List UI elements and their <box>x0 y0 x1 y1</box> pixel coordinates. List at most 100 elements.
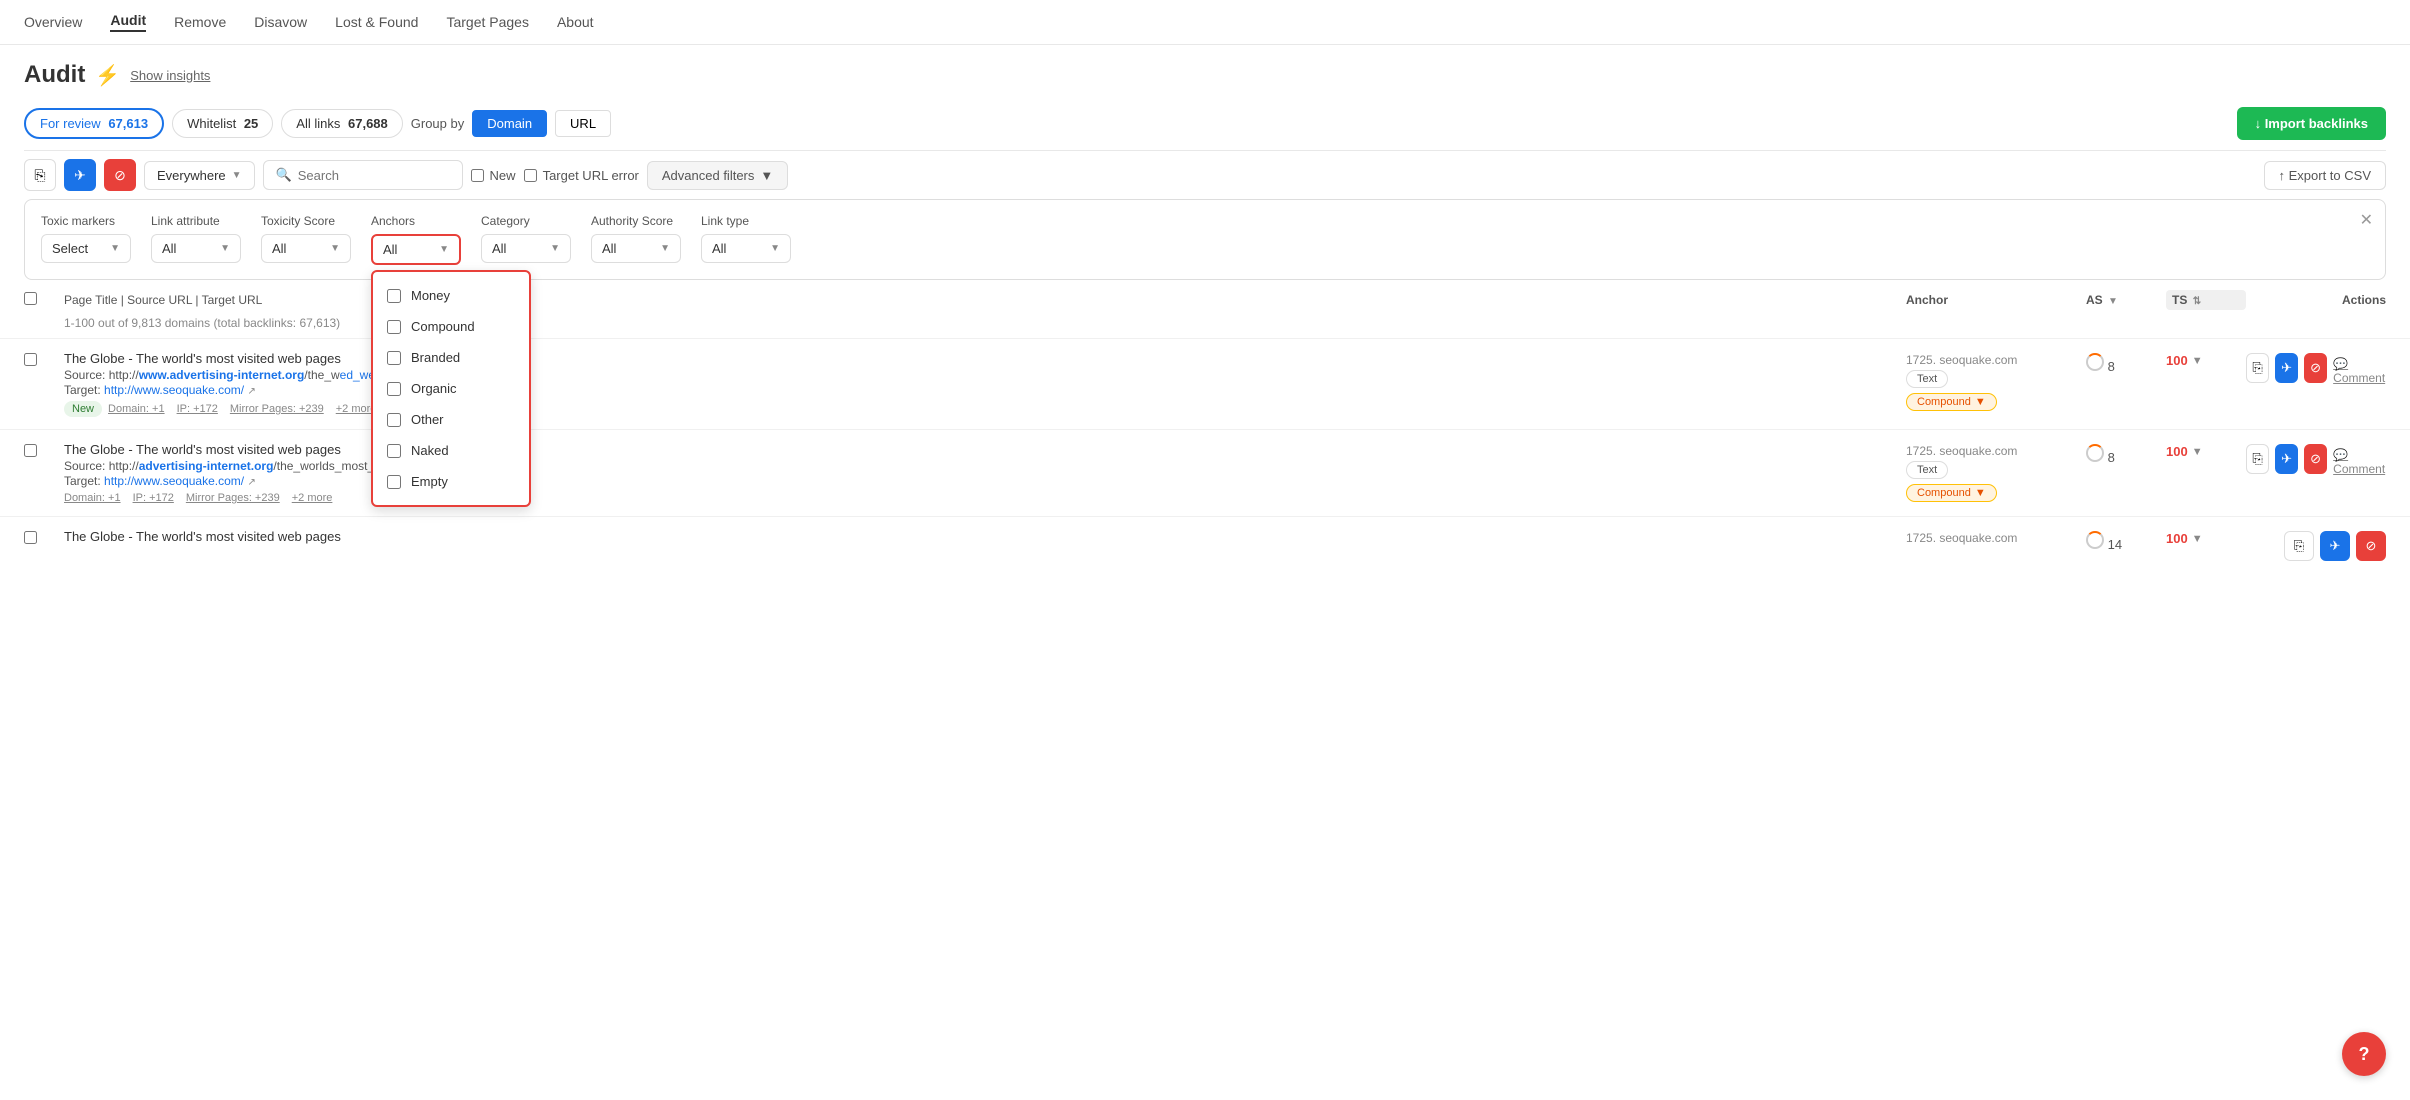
anchors-filter: Anchors All ▼ Money Compound Branded <box>371 214 461 265</box>
nav-audit[interactable]: Audit <box>110 12 146 32</box>
anchor-compound-tag-1[interactable]: Compound ▼ <box>1906 393 1997 411</box>
ts-expand-1[interactable]: ▼ <box>2192 355 2203 367</box>
export-to-csv-button[interactable]: ↑ Export to CSV <box>2264 161 2386 190</box>
link-type-dropdown[interactable]: All ▼ <box>701 234 791 263</box>
toxic-markers-dropdown[interactable]: Select ▼ <box>41 234 131 263</box>
anchors-organic-option[interactable]: Organic <box>373 373 529 404</box>
send-action-1[interactable]: ✈ <box>2275 353 2298 383</box>
anchors-naked-checkbox[interactable] <box>387 444 401 458</box>
table-row: The Globe - The world's most visited web… <box>0 429 2410 516</box>
ts-sort-icon: ⇅ <box>2193 296 2201 307</box>
help-button[interactable]: ? <box>2342 1032 2386 1076</box>
anchors-compound-label: Compound <box>411 319 475 334</box>
row-checkbox-1[interactable] <box>24 353 37 366</box>
anchors-organic-checkbox[interactable] <box>387 382 401 396</box>
row-title-2: The Globe - The world's most visited web… <box>64 442 1906 457</box>
target-ext-icon-2[interactable]: ↗ <box>247 477 255 488</box>
anchors-money-checkbox[interactable] <box>387 289 401 303</box>
copy-action-2[interactable]: ⎘ <box>2246 444 2269 474</box>
nav-target-pages[interactable]: Target Pages <box>446 14 529 30</box>
more-stat-2[interactable]: +2 more <box>292 492 333 504</box>
ts-expand-3[interactable]: ▼ <box>2192 533 2203 545</box>
nav-overview[interactable]: Overview <box>24 14 82 30</box>
group-by-domain-btn[interactable]: Domain <box>472 110 547 137</box>
anchors-naked-option[interactable]: Naked <box>373 435 529 466</box>
domain-stat-1[interactable]: Domain: +1 <box>108 403 165 415</box>
copy-action-1[interactable]: ⎘ <box>2246 353 2269 383</box>
close-filters-button[interactable]: ✕ <box>2360 210 2373 230</box>
send-icon-btn[interactable]: ✈ <box>64 159 96 191</box>
col-as-header[interactable]: AS ▼ <box>2086 293 2166 307</box>
for-review-tab[interactable]: For review 67,613 <box>24 108 164 139</box>
comment-btn-1[interactable]: 💬 Comment <box>2333 357 2386 385</box>
advanced-filters-button[interactable]: Advanced filters ▼ <box>647 161 788 190</box>
source-link-2[interactable]: advertising-internet.org <box>139 459 274 473</box>
copy-action-3[interactable]: ⎘ <box>2284 531 2314 561</box>
whitelist-tab[interactable]: Whitelist 25 <box>172 109 273 138</box>
send-action-3[interactable]: ✈ <box>2320 531 2350 561</box>
nav-disavow[interactable]: Disavow <box>254 14 307 30</box>
row-as-1: 8 <box>2086 351 2166 374</box>
anchors-branded-checkbox[interactable] <box>387 351 401 365</box>
domain-stat-2[interactable]: Domain: +1 <box>64 492 121 504</box>
ban-action-2[interactable]: ⊘ <box>2304 444 2327 474</box>
col-ts-header[interactable]: TS ⇅ <box>2166 290 2246 310</box>
new-filter-checkbox[interactable]: New <box>471 168 516 183</box>
nav-remove[interactable]: Remove <box>174 14 226 30</box>
category-dropdown[interactable]: All ▼ <box>481 234 571 263</box>
anchors-empty-option[interactable]: Empty <box>373 466 529 497</box>
all-links-tab[interactable]: All links 67,688 <box>281 109 402 138</box>
search-input[interactable] <box>298 168 450 183</box>
anchors-money-option[interactable]: Money <box>373 280 529 311</box>
target-ext-icon-1[interactable]: ↗ <box>247 386 255 397</box>
ip-stat-2[interactable]: IP: +172 <box>133 492 174 504</box>
mirror-pages-stat-1[interactable]: Mirror Pages: +239 <box>230 403 324 415</box>
anchors-branded-option[interactable]: Branded <box>373 342 529 373</box>
search-box[interactable]: 🔍 <box>263 160 463 190</box>
nav-lost-found[interactable]: Lost & Found <box>335 14 418 30</box>
ip-stat-1[interactable]: IP: +172 <box>177 403 218 415</box>
ban-action-1[interactable]: ⊘ <box>2304 353 2327 383</box>
toxicity-score-dropdown[interactable]: All ▼ <box>261 234 351 263</box>
row-checkbox-2[interactable] <box>24 444 37 457</box>
link-attribute-arrow: ▼ <box>220 243 230 254</box>
as-circle-icon-2 <box>2086 444 2104 462</box>
anchors-other-option[interactable]: Other <box>373 404 529 435</box>
link-attribute-dropdown[interactable]: All ▼ <box>151 234 241 263</box>
target-url-error-checkbox[interactable]: Target URL error <box>524 168 639 183</box>
mirror-pages-stat-2[interactable]: Mirror Pages: +239 <box>186 492 280 504</box>
table-header: Page Title | Source URL | Target URL Anc… <box>0 280 2410 314</box>
anchors-dropdown[interactable]: All ▼ <box>371 234 461 265</box>
select-all-checkbox[interactable] <box>24 292 37 305</box>
anchors-other-label: Other <box>411 412 444 427</box>
as-circle-icon-3 <box>2086 531 2104 549</box>
everywhere-dropdown[interactable]: Everywhere ▼ <box>144 161 255 190</box>
anchor-compound-tag-2[interactable]: Compound ▼ <box>1906 484 1997 502</box>
anchors-compound-option[interactable]: Compound <box>373 311 529 342</box>
target-link-1[interactable]: http://www.seoquake.com/ <box>104 383 244 397</box>
row-checkbox-3[interactable] <box>24 531 37 544</box>
import-backlinks-button[interactable]: ↓ Import backlinks <box>2237 107 2386 140</box>
toxic-markers-label: Toxic markers <box>41 214 131 228</box>
anchors-other-checkbox[interactable] <box>387 413 401 427</box>
authority-score-dropdown[interactable]: All ▼ <box>591 234 681 263</box>
comment-btn-2[interactable]: 💬 Comment <box>2333 448 2386 476</box>
new-checkbox-input[interactable] <box>471 169 484 182</box>
ban-action-3[interactable]: ⊘ <box>2356 531 2386 561</box>
show-insights-link[interactable]: Show insights <box>130 68 210 83</box>
group-by-url-btn[interactable]: URL <box>555 110 611 137</box>
target-link-2[interactable]: http://www.seoquake.com/ <box>104 474 244 488</box>
ts-value-3: 100 <box>2166 531 2188 546</box>
row-as-3: 14 <box>2086 529 2166 552</box>
anchors-empty-checkbox[interactable] <box>387 475 401 489</box>
source-link-1[interactable]: www.advertising-internet.org <box>139 368 305 382</box>
ts-expand-2[interactable]: ▼ <box>2192 446 2203 458</box>
ban-icon-btn[interactable]: ⊘ <box>104 159 136 191</box>
copy-icon-btn[interactable]: ⎘ <box>24 159 56 191</box>
row-target-1: Target: http://www.seoquake.com/ ↗ <box>64 383 1906 397</box>
anchors-branded-label: Branded <box>411 350 460 365</box>
send-action-2[interactable]: ✈ <box>2275 444 2298 474</box>
anchors-compound-checkbox[interactable] <box>387 320 401 334</box>
target-url-error-input[interactable] <box>524 169 537 182</box>
nav-about[interactable]: About <box>557 14 594 30</box>
